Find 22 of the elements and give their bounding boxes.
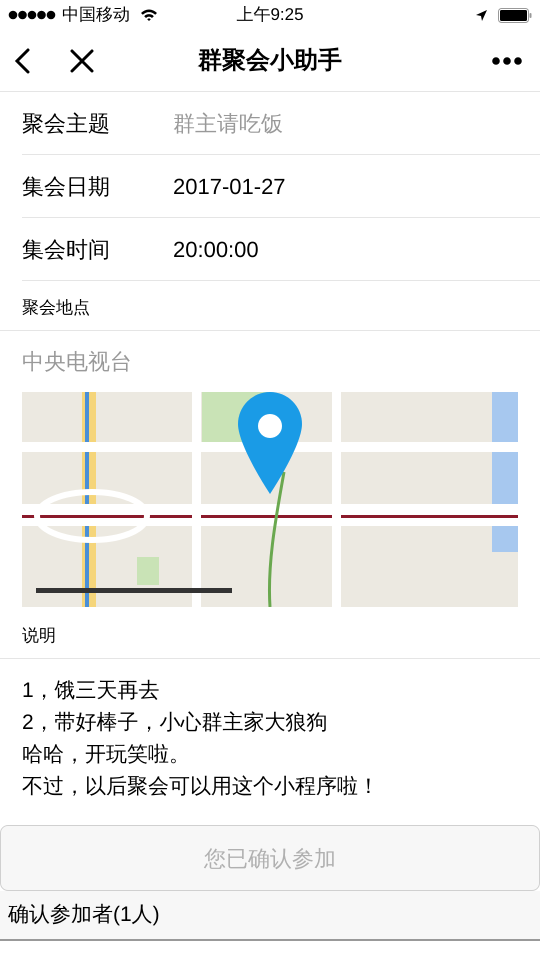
location-field[interactable]: 中央电视台 xyxy=(0,331,540,392)
attendees-label: 确认参加者(1人) xyxy=(8,902,160,928)
input-field[interactable]: 群主请吃饭 xyxy=(173,106,540,140)
input-field[interactable]: 2017-01-27 xyxy=(173,170,540,202)
input-field[interactable]: 20:00:00 xyxy=(173,232,540,266)
field-label: 聚会主题 xyxy=(22,110,111,138)
carrier-name: 中国移动 xyxy=(62,4,130,26)
page-title: 群聚会小助手 xyxy=(198,46,342,76)
field-label: 集会日期 xyxy=(22,172,111,200)
location-arrow-icon xyxy=(475,8,488,22)
wifi-icon xyxy=(140,8,158,22)
more-icon xyxy=(492,56,522,64)
signal-icon xyxy=(8,10,56,20)
notes-text: 1，饿三天再去 2，带好棒子，小心群主家大狼狗 哈哈，开玩笑啦。 不过，以后聚会可以用这个小程序啦！ xyxy=(21,678,380,800)
status-time: 上午9:25 xyxy=(236,4,304,26)
close-icon xyxy=(70,48,94,72)
battery-icon xyxy=(498,8,532,22)
back-icon xyxy=(14,48,30,74)
section-label: 说明 xyxy=(0,607,540,659)
field-label: 集会时间 xyxy=(22,236,111,264)
close-button[interactable] xyxy=(70,48,96,74)
section-label: 聚会地点 xyxy=(0,281,540,331)
